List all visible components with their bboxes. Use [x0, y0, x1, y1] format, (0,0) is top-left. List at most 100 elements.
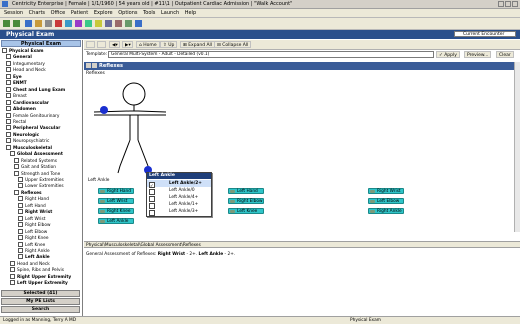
back-icon[interactable]	[3, 20, 10, 27]
tree-item[interactable]: Lower Extremities	[18, 183, 64, 189]
tree-checkbox[interactable]	[18, 235, 23, 241]
tree-item[interactable]: ENMT	[6, 80, 27, 86]
reflex-pill[interactable]: Left Wrist	[98, 198, 134, 204]
tree-checkbox[interactable]	[18, 254, 23, 260]
orders-icon[interactable]	[55, 20, 62, 27]
reflex-pill[interactable]: Right Ankle	[368, 208, 404, 214]
results-icon[interactable]	[95, 20, 102, 27]
tree-item[interactable]: Head and Neck	[10, 260, 50, 267]
maximize-button[interactable]	[505, 1, 511, 7]
tree-checkbox[interactable]	[18, 177, 23, 182]
menu-launch[interactable]: Launch	[161, 9, 179, 17]
problems-icon[interactable]	[65, 20, 72, 27]
preview-button[interactable]: Preview...	[464, 51, 492, 58]
tree-checkbox[interactable]	[18, 247, 23, 253]
desktop-icon[interactable]	[25, 20, 32, 27]
view-toggle-button[interactable]	[86, 41, 95, 48]
search-button[interactable]: Search	[1, 306, 80, 313]
forward-arrow-icon[interactable]	[92, 63, 97, 68]
tree-checkbox[interactable]	[6, 138, 11, 144]
forward-nav-button[interactable]: ▶▾	[122, 41, 133, 48]
tree-item[interactable]: Musculoskeletal	[6, 144, 52, 151]
close-button[interactable]	[512, 1, 518, 7]
tree-checkbox[interactable]	[10, 151, 15, 157]
tree-item[interactable]: Global Assessment	[10, 151, 63, 157]
sidebar-header[interactable]: Physical Exam	[1, 40, 81, 47]
menu-help[interactable]: Help	[185, 9, 196, 17]
template-select[interactable]: General Multi-System - Adult - Detailed …	[108, 51, 434, 58]
tree-item[interactable]: Female Genitourinary	[6, 112, 59, 119]
menu-session[interactable]: Session	[4, 9, 23, 17]
up-button[interactable]: ⇧ Up	[160, 41, 178, 48]
selected-button[interactable]: Selected (41)	[1, 290, 80, 297]
chart-icon[interactable]	[35, 20, 42, 27]
menu-tools[interactable]: Tools	[143, 9, 155, 17]
notes-icon[interactable]	[105, 20, 112, 27]
apply-button[interactable]: ✓ Apply	[436, 51, 460, 58]
tree-item[interactable]: Integumentary	[6, 60, 45, 67]
my-pe-lists-button[interactable]: My PE Lists	[1, 298, 80, 305]
popup-option[interactable]: Left Ankle/1+	[147, 201, 211, 209]
popup-option[interactable]: ✓ Left Ankle/2+	[147, 180, 211, 189]
back-arrow-icon[interactable]	[86, 63, 91, 68]
tree-item[interactable]: Chest and Lung Exam	[6, 86, 65, 93]
menu-patient[interactable]: Patient	[71, 9, 88, 17]
tree-item[interactable]: General	[6, 54, 32, 60]
documents-icon[interactable]	[45, 20, 52, 27]
tree-checkbox[interactable]	[6, 67, 11, 73]
tree-checkbox[interactable]	[6, 144, 11, 150]
tree-checkbox[interactable]	[6, 54, 11, 60]
medications-icon[interactable]	[75, 20, 82, 27]
tree-item[interactable]: Peripheral Vascular	[6, 125, 60, 131]
tree-checkbox[interactable]	[6, 118, 11, 124]
reflex-pill[interactable]: Right Knee	[98, 208, 134, 214]
tree-item[interactable]: Rectal	[6, 118, 26, 125]
tree-checkbox[interactable]	[6, 125, 11, 131]
clear-button[interactable]: Clear	[496, 51, 514, 58]
tree-checkbox[interactable]	[2, 48, 7, 53]
tree-checkbox[interactable]	[18, 202, 23, 208]
tree-item[interactable]: Right Ankle	[18, 247, 50, 254]
popup-option[interactable]: Left Ankle/4+	[147, 194, 211, 202]
tree-item[interactable]: Left Upper Extremity	[10, 280, 68, 286]
tree-item[interactable]: Left Ankle	[18, 254, 50, 260]
tree-checkbox[interactable]	[6, 112, 11, 118]
menu-charts[interactable]: Charts	[29, 9, 45, 17]
reflex-pill[interactable]: Right Hand	[98, 188, 134, 194]
tree-item[interactable]: Gait and Station	[14, 164, 56, 170]
tree-item[interactable]: Physical Exam	[2, 48, 44, 54]
menu-office[interactable]: Office	[51, 9, 66, 17]
tree-checkbox[interactable]	[18, 222, 23, 228]
help-icon[interactable]	[135, 20, 142, 27]
tree-checkbox[interactable]	[6, 99, 11, 105]
schedule-icon[interactable]	[115, 20, 122, 27]
tree-checkbox[interactable]	[6, 73, 11, 79]
tree-checkbox[interactable]	[18, 196, 23, 202]
tree-checkbox[interactable]	[6, 80, 11, 86]
tree-item[interactable]: Related Systems	[14, 157, 57, 164]
tree-item[interactable]: Left Wrist	[18, 215, 45, 222]
back-nav-button[interactable]: ◀▾	[109, 41, 120, 48]
list-view-button[interactable]	[97, 41, 106, 48]
tree-item[interactable]: Strength and Tone	[14, 170, 60, 177]
tree-item[interactable]: Abdomen	[6, 106, 36, 112]
flowsheet-icon[interactable]	[85, 20, 92, 27]
tree-checkbox[interactable]	[6, 131, 11, 137]
reflex-pill[interactable]: Right Wrist	[368, 188, 404, 194]
tree-checkbox[interactable]	[14, 164, 19, 170]
checkbox-icon[interactable]	[149, 209, 155, 216]
collapse-all-button[interactable]: ⊟ Collapse All	[214, 41, 252, 48]
tree-checkbox[interactable]	[18, 183, 23, 189]
tree-item[interactable]: Right Wrist	[18, 209, 52, 215]
tree-checkbox[interactable]	[10, 273, 15, 279]
tree-checkbox[interactable]	[18, 228, 23, 234]
print-icon[interactable]	[125, 20, 132, 27]
tree-item[interactable]: Left Knee	[18, 241, 45, 248]
tree-item[interactable]: Right Elbow	[18, 222, 50, 228]
tree-item[interactable]: Left Elbow	[18, 228, 47, 235]
tree-item[interactable]: Cardiovascular	[6, 99, 49, 106]
reflex-pill[interactable]: Left Knee	[228, 208, 264, 214]
tree-checkbox[interactable]	[18, 209, 23, 215]
tree-checkbox[interactable]	[18, 241, 23, 247]
content-scrollbar[interactable]	[514, 62, 520, 232]
